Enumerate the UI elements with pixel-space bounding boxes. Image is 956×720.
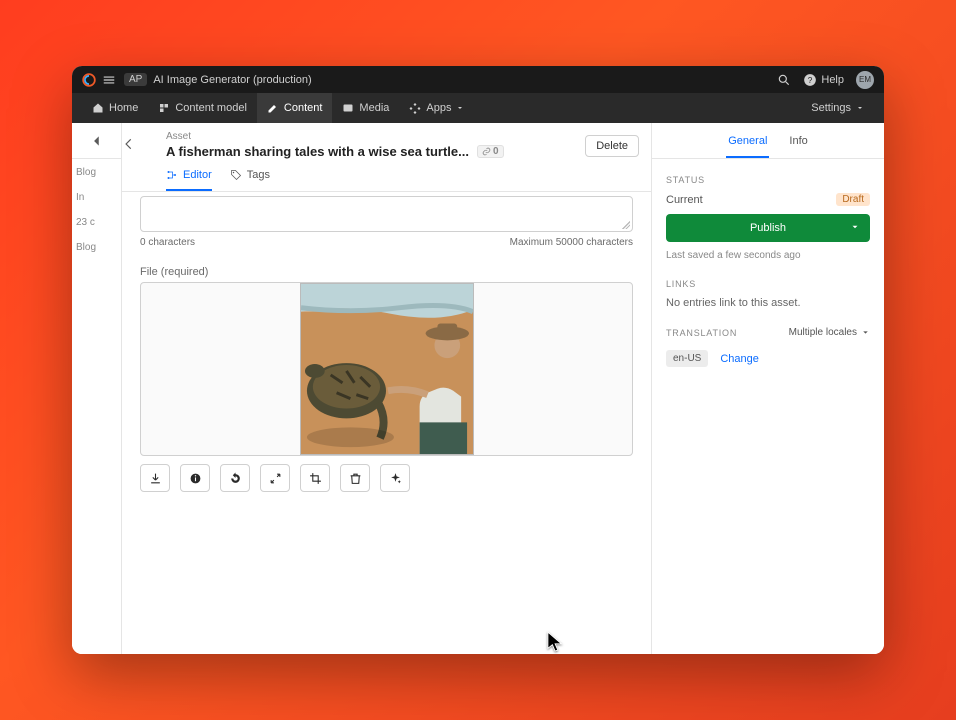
chevron-down-icon <box>456 104 464 112</box>
locale-chip: en-US <box>666 350 708 367</box>
links-empty-text: No entries link to this asset. <box>666 297 870 309</box>
navbar: Home Content model Content Media Apps Se… <box>72 93 884 123</box>
status-section-label: STATUS <box>666 175 870 185</box>
tag-icon <box>230 169 242 181</box>
sidebar-right: General Info STATUS Current Draft Publis… <box>652 123 884 654</box>
svg-text:?: ? <box>808 75 813 84</box>
trash-icon <box>349 472 362 485</box>
trash-button[interactable] <box>340 464 370 492</box>
rotate-button[interactable] <box>220 464 250 492</box>
asset-image <box>300 283 474 455</box>
right-tabs: General Info <box>652 123 884 159</box>
chevron-down-icon <box>850 222 860 232</box>
info-icon <box>189 472 202 485</box>
chevron-down-icon <box>856 104 864 112</box>
nav-settings[interactable]: Settings <box>801 93 874 123</box>
help-button[interactable]: ?Help <box>803 73 844 87</box>
titlebar: AP AI Image Generator (production) ?Help… <box>72 66 884 93</box>
back-button-bg[interactable] <box>72 123 121 159</box>
nav-home[interactable]: Home <box>82 93 148 123</box>
sparkle-icon <box>389 472 402 485</box>
tab-editor[interactable]: Editor <box>166 169 212 191</box>
nav-apps[interactable]: Apps <box>399 93 474 123</box>
crop-button[interactable] <box>300 464 330 492</box>
editor-tabs: Editor Tags <box>122 159 651 192</box>
publish-button[interactable]: Publish <box>666 214 870 242</box>
background-page-strip: Blog In 23 c Blog <box>72 123 122 654</box>
search-icon <box>777 73 791 87</box>
file-field-label: File (required) <box>140 266 633 278</box>
bg-snippet: Blog <box>76 167 117 178</box>
links-section-label: LINKS <box>666 279 870 289</box>
entry-type-label: Asset <box>166 131 633 142</box>
download-button[interactable] <box>140 464 170 492</box>
info-button[interactable] <box>180 464 210 492</box>
file-toolbar <box>140 464 633 492</box>
translation-section-label: TRANSLATION <box>666 328 737 338</box>
status-badge: Draft <box>836 193 870 206</box>
tab-general[interactable]: General <box>726 135 769 158</box>
avatar[interactable]: EM <box>856 71 874 89</box>
file-preview[interactable] <box>140 282 633 456</box>
reference-count-badge[interactable]: 0 <box>477 145 504 158</box>
nav-content-model[interactable]: Content model <box>148 93 257 123</box>
change-locale-link[interactable]: Change <box>720 353 759 365</box>
back-button[interactable] <box>118 133 140 155</box>
char-count-right: Maximum 50000 characters <box>510 237 633 248</box>
app-window: AP AI Image Generator (production) ?Help… <box>72 66 884 654</box>
menu-icon[interactable] <box>102 73 116 87</box>
link-icon <box>482 147 491 156</box>
bg-snippet: In <box>76 192 117 203</box>
entry-title: A fisherman sharing tales with a wise se… <box>166 144 633 159</box>
help-icon: ? <box>803 73 817 87</box>
resize-icon <box>269 472 282 485</box>
space-badge: AP <box>124 73 147 86</box>
bg-snippet: 23 c <box>76 217 117 228</box>
arrow-left-icon <box>122 137 136 151</box>
chevron-down-icon <box>861 328 870 337</box>
resize-button[interactable] <box>260 464 290 492</box>
pencil-icon <box>267 102 279 114</box>
last-saved-text: Last saved a few seconds ago <box>666 250 870 261</box>
rotate-icon <box>229 472 242 485</box>
nav-content[interactable]: Content <box>257 93 333 123</box>
editor-column: Asset A fisherman sharing tales with a w… <box>122 123 652 654</box>
model-icon <box>158 102 170 114</box>
editor-body: 0 characters Maximum 50000 characters Fi… <box>122 192 651 654</box>
app-logo-icon <box>82 73 96 87</box>
char-count-left: 0 characters <box>140 237 195 248</box>
mouse-cursor <box>547 631 565 653</box>
description-textarea[interactable] <box>140 196 633 232</box>
search-button[interactable] <box>777 73 791 87</box>
tab-info[interactable]: Info <box>787 135 809 158</box>
crop-icon <box>309 472 322 485</box>
space-title: AI Image Generator (production) <box>153 74 311 86</box>
content-area: Blog In 23 c Blog Asset A fisherman shar… <box>72 123 884 654</box>
arrow-left-icon <box>90 134 104 148</box>
apps-icon <box>409 102 421 114</box>
bg-snippet: Blog <box>76 242 117 253</box>
multiple-locales-button[interactable]: Multiple locales <box>789 327 870 338</box>
home-icon <box>92 102 104 114</box>
download-icon <box>149 472 162 485</box>
nav-media[interactable]: Media <box>332 93 399 123</box>
ai-generate-button[interactable] <box>380 464 410 492</box>
status-current-label: Current <box>666 194 703 206</box>
delete-button[interactable]: Delete <box>585 135 639 157</box>
tree-icon <box>166 169 178 181</box>
tab-tags[interactable]: Tags <box>230 169 270 191</box>
media-icon <box>342 102 354 114</box>
